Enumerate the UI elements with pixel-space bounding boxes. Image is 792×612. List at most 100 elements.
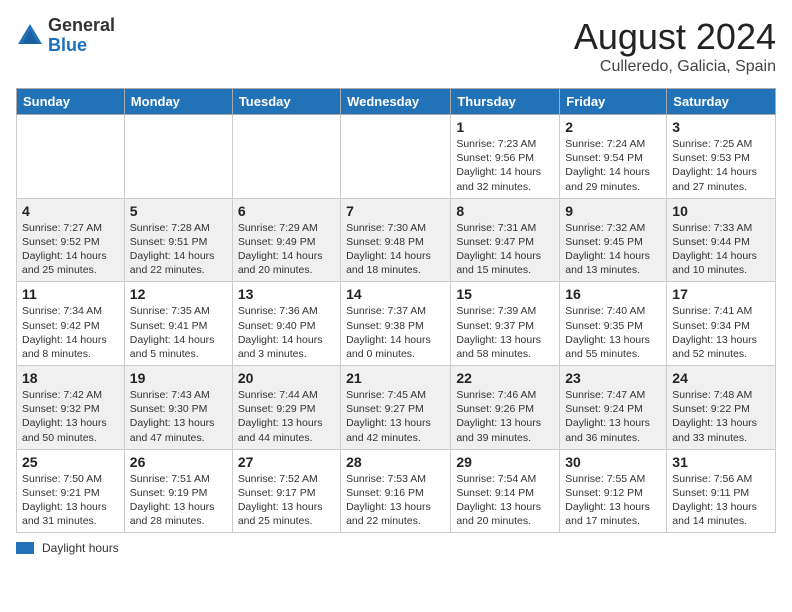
day-info: Sunrise: 7:42 AM Sunset: 9:32 PM Dayligh… [22, 388, 119, 445]
day-cell: 19Sunrise: 7:43 AM Sunset: 9:30 PM Dayli… [124, 366, 232, 450]
day-info: Sunrise: 7:51 AM Sunset: 9:19 PM Dayligh… [130, 472, 227, 529]
week-row-4: 18Sunrise: 7:42 AM Sunset: 9:32 PM Dayli… [17, 366, 776, 450]
day-number: 31 [672, 454, 770, 470]
day-info: Sunrise: 7:23 AM Sunset: 9:56 PM Dayligh… [456, 137, 554, 194]
day-number: 24 [672, 370, 770, 386]
weekday-header-thursday: Thursday [451, 89, 560, 115]
day-cell: 21 Sunrise: 7:45 AM Sunset: 9:27 PM Dayli… [341, 366, 451, 450]
day-number: 2 [565, 119, 661, 135]
day-info: Sunrise: 7:45 AM Sunset: 9:27 PM Dayligh… [346, 388, 445, 445]
logo-text: General Blue [48, 16, 115, 56]
logo: General Blue [16, 16, 115, 56]
logo-icon [16, 22, 44, 50]
day-number: 4 [22, 203, 119, 219]
day-number: 21 [346, 370, 445, 386]
day-cell: 24 Sunrise: 7:48 AM Sunset: 9:22 PM Dayli… [667, 366, 776, 450]
day-cell: 4 Sunrise: 7:27 AM Sunset: 9:52 PM Daylig… [17, 198, 125, 282]
day-cell: 29 Sunrise: 7:54 AM Sunset: 9:14 PM Dayli… [451, 449, 560, 533]
weekday-header-sunday: Sunday [17, 89, 125, 115]
day-cell [17, 115, 125, 199]
day-cell: 6Sunrise: 7:29 AM Sunset: 9:49 PM Daylig… [232, 198, 340, 282]
weekday-header-row: SundayMondayTuesdayWednesdayThursdayFrid… [17, 89, 776, 115]
day-cell: 18Sunrise: 7:42 AM Sunset: 9:32 PM Dayli… [17, 366, 125, 450]
day-cell: 15Sunrise: 7:39 AM Sunset: 9:37 PM Dayli… [451, 282, 560, 366]
day-number: 23 [565, 370, 661, 386]
day-cell [232, 115, 340, 199]
day-info: Sunrise: 7:27 AM Sunset: 9:52 PM Dayligh… [22, 221, 119, 278]
day-cell: 11 Sunrise: 7:34 AM Sunset: 9:42 PM Dayli… [17, 282, 125, 366]
day-cell: 22Sunrise: 7:46 AM Sunset: 9:26 PM Dayli… [451, 366, 560, 450]
day-cell: 2Sunrise: 7:24 AM Sunset: 9:54 PM Daylig… [560, 115, 667, 199]
title-block: August 2024 Culleredo, Galicia, Spain [574, 16, 776, 76]
month-title: August 2024 [574, 16, 776, 58]
day-cell: 3 Sunrise: 7:25 AM Sunset: 9:53 PM Daylig… [667, 115, 776, 199]
weekday-header-saturday: Saturday [667, 89, 776, 115]
logo-general: General [48, 15, 115, 35]
day-number: 1 [456, 119, 554, 135]
day-number: 25 [22, 454, 119, 470]
day-number: 13 [238, 286, 335, 302]
day-info: Sunrise: 7:33 AM Sunset: 9:44 PM Dayligh… [672, 221, 770, 278]
day-number: 7 [346, 203, 445, 219]
day-number: 8 [456, 203, 554, 219]
day-cell: 9Sunrise: 7:32 AM Sunset: 9:45 PM Daylig… [560, 198, 667, 282]
day-info: Sunrise: 7:47 AM Sunset: 9:24 PM Dayligh… [565, 388, 661, 445]
day-number: 19 [130, 370, 227, 386]
weekday-header-tuesday: Tuesday [232, 89, 340, 115]
day-number: 26 [130, 454, 227, 470]
day-number: 3 [672, 119, 770, 135]
day-cell [124, 115, 232, 199]
logo-blue: Blue [48, 35, 87, 55]
day-info: Sunrise: 7:48 AM Sunset: 9:22 PM Dayligh… [672, 388, 770, 445]
day-number: 29 [456, 454, 554, 470]
day-number: 12 [130, 286, 227, 302]
day-number: 10 [672, 203, 770, 219]
weekday-header-friday: Friday [560, 89, 667, 115]
day-cell: 31 Sunrise: 7:56 AM Sunset: 9:11 PM Dayli… [667, 449, 776, 533]
day-cell: 25 Sunrise: 7:50 AM Sunset: 9:21 PM Dayli… [17, 449, 125, 533]
day-number: 11 [22, 286, 119, 302]
day-number: 27 [238, 454, 335, 470]
legend: Daylight hours [16, 541, 776, 555]
day-cell: 5Sunrise: 7:28 AM Sunset: 9:51 PM Daylig… [124, 198, 232, 282]
location: Culleredo, Galicia, Spain [574, 58, 776, 76]
day-info: Sunrise: 7:32 AM Sunset: 9:45 PM Dayligh… [565, 221, 661, 278]
day-cell: 10 Sunrise: 7:33 AM Sunset: 9:44 PM Dayli… [667, 198, 776, 282]
day-number: 15 [456, 286, 554, 302]
week-row-5: 25 Sunrise: 7:50 AM Sunset: 9:21 PM Dayli… [17, 449, 776, 533]
calendar: SundayMondayTuesdayWednesdayThursdayFrid… [16, 88, 776, 533]
week-row-3: 11 Sunrise: 7:34 AM Sunset: 9:42 PM Dayli… [17, 282, 776, 366]
day-info: Sunrise: 7:46 AM Sunset: 9:26 PM Dayligh… [456, 388, 554, 445]
day-cell: 23 Sunrise: 7:47 AM Sunset: 9:24 PM Dayli… [560, 366, 667, 450]
day-info: Sunrise: 7:41 AM Sunset: 9:34 PM Dayligh… [672, 304, 770, 361]
day-info: Sunrise: 7:55 AM Sunset: 9:12 PM Dayligh… [565, 472, 661, 529]
week-row-2: 4 Sunrise: 7:27 AM Sunset: 9:52 PM Daylig… [17, 198, 776, 282]
day-info: Sunrise: 7:53 AM Sunset: 9:16 PM Dayligh… [346, 472, 445, 529]
day-number: 16 [565, 286, 661, 302]
day-info: Sunrise: 7:35 AM Sunset: 9:41 PM Dayligh… [130, 304, 227, 361]
week-row-1: 1 Sunrise: 7:23 AM Sunset: 9:56 PM Daylig… [17, 115, 776, 199]
day-cell: 20Sunrise: 7:44 AM Sunset: 9:29 PM Dayli… [232, 366, 340, 450]
day-number: 20 [238, 370, 335, 386]
day-number: 14 [346, 286, 445, 302]
day-info: Sunrise: 7:25 AM Sunset: 9:53 PM Dayligh… [672, 137, 770, 194]
day-cell: 8Sunrise: 7:31 AM Sunset: 9:47 PM Daylig… [451, 198, 560, 282]
weekday-header-wednesday: Wednesday [341, 89, 451, 115]
day-info: Sunrise: 7:37 AM Sunset: 9:38 PM Dayligh… [346, 304, 445, 361]
day-cell [341, 115, 451, 199]
day-cell: 12 Sunrise: 7:35 AM Sunset: 9:41 PM Dayli… [124, 282, 232, 366]
day-cell: 14 Sunrise: 7:37 AM Sunset: 9:38 PM Dayli… [341, 282, 451, 366]
day-info: Sunrise: 7:56 AM Sunset: 9:11 PM Dayligh… [672, 472, 770, 529]
day-info: Sunrise: 7:50 AM Sunset: 9:21 PM Dayligh… [22, 472, 119, 529]
day-cell: 17 Sunrise: 7:41 AM Sunset: 9:34 PM Dayli… [667, 282, 776, 366]
day-info: Sunrise: 7:34 AM Sunset: 9:42 PM Dayligh… [22, 304, 119, 361]
day-info: Sunrise: 7:54 AM Sunset: 9:14 PM Dayligh… [456, 472, 554, 529]
day-cell: 1 Sunrise: 7:23 AM Sunset: 9:56 PM Daylig… [451, 115, 560, 199]
day-cell: 13 Sunrise: 7:36 AM Sunset: 9:40 PM Dayli… [232, 282, 340, 366]
day-cell: 28Sunrise: 7:53 AM Sunset: 9:16 PM Dayli… [341, 449, 451, 533]
day-cell: 16Sunrise: 7:40 AM Sunset: 9:35 PM Dayli… [560, 282, 667, 366]
day-cell: 30Sunrise: 7:55 AM Sunset: 9:12 PM Dayli… [560, 449, 667, 533]
day-number: 17 [672, 286, 770, 302]
page-header: General Blue August 2024 Culleredo, Gali… [16, 16, 776, 76]
day-info: Sunrise: 7:36 AM Sunset: 9:40 PM Dayligh… [238, 304, 335, 361]
